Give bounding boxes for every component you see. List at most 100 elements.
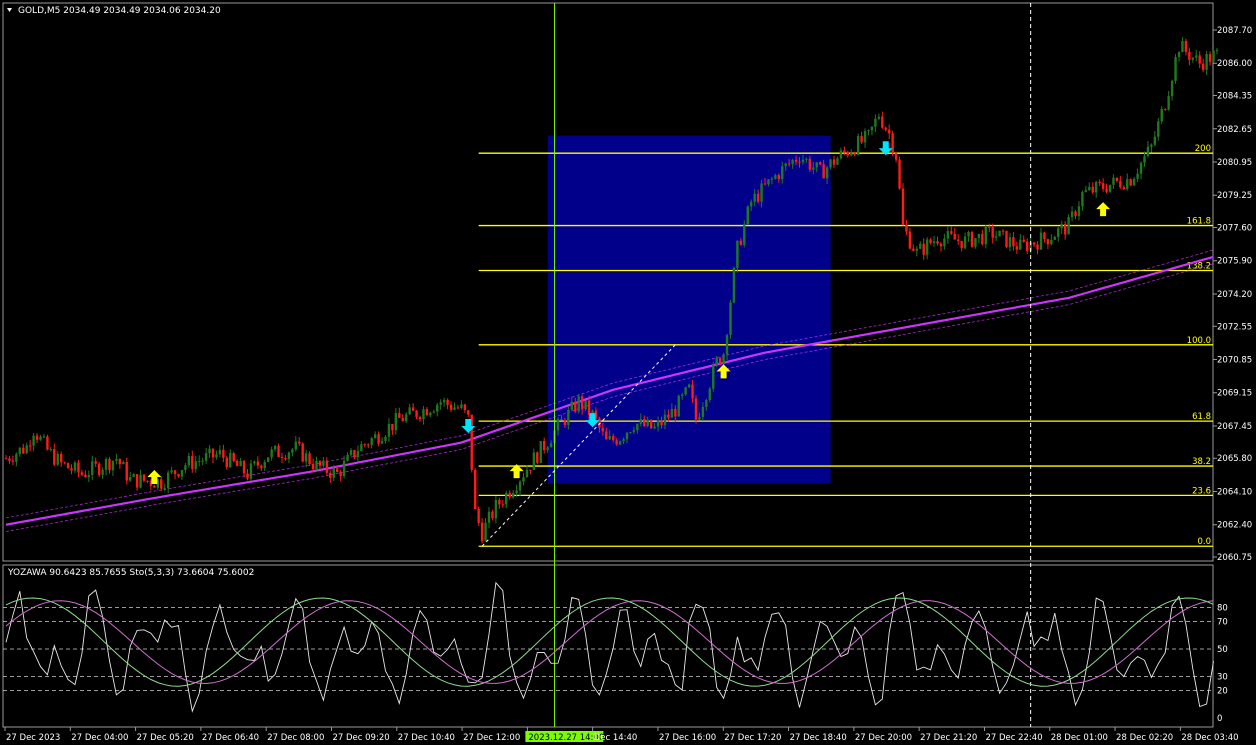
candle-body [805,158,808,160]
candle-body [263,461,266,469]
candle-body [836,158,839,165]
candle-body [867,130,870,132]
candle-body [80,472,84,475]
candle-body [253,461,256,464]
candle-body [367,444,370,446]
fib-level-label: 61.8 [1192,412,1211,422]
candle-body [957,239,960,241]
chart-canvas[interactable]: 200161.8138.2100.061.838.223.60.0 2087.7… [0,0,1256,745]
candle-body [222,449,225,458]
candle-body [774,175,777,179]
candle-body [605,431,608,440]
candle-body [1105,188,1108,192]
candle-body [856,136,860,155]
candle-body [1136,173,1139,179]
time-tick-label: 28 Dec 03:40 [1181,733,1238,743]
candle-body [384,436,387,441]
candle-body [536,452,539,463]
candle-body [1036,244,1039,250]
candle-body [166,472,170,488]
candle-body [694,398,698,420]
candle-body [681,394,684,396]
candle-body [298,441,301,444]
candle-body [453,407,456,410]
candle-body [567,409,570,425]
candle-body [73,462,77,471]
candle-body [732,267,736,303]
candle-body [480,522,484,542]
candle-body [1032,242,1036,245]
candle-body [1174,56,1177,81]
candle-body [743,224,746,245]
candle-body [1046,239,1050,245]
candle-body [387,423,391,437]
candle-body [118,459,122,465]
candle-body [974,238,977,247]
candle-body [363,444,366,446]
candle-body [898,159,901,189]
candle-body [515,490,518,494]
candle-body [1043,232,1046,240]
candle-body [418,417,422,420]
candle-body [339,471,342,476]
candle-body [670,409,674,418]
oscillator-tick-label: 80 [1217,604,1228,614]
time-tick-label: 27 Dec 08:00 [267,733,324,743]
candle-body [674,409,677,417]
candle-body [587,400,591,416]
candle-body [846,152,849,156]
candle-body [936,241,939,244]
candle-body [294,441,297,450]
candle-body [825,167,829,179]
candle-body [1150,144,1153,147]
candle-body [132,474,135,477]
candle-body [843,150,846,153]
candle-body [153,485,156,488]
candle-body [601,427,605,432]
candle-body [180,470,184,477]
candle-body [1074,211,1077,217]
candle-body [832,159,836,165]
candle-body [1063,224,1067,235]
candle-body [332,468,335,478]
time-tick-label: 27 Dec 21:20 [920,733,977,743]
candle-body [570,401,573,410]
candle-body [839,150,843,159]
candle-body [991,227,994,238]
candle-body [49,449,53,451]
candle-body [798,161,801,163]
candle-body [1005,230,1008,248]
candle-body [563,419,567,425]
candle-body [860,136,863,143]
candle-body [708,388,711,401]
price-tick-label: 2084.35 [1217,92,1252,102]
candle-body [929,239,932,244]
candle-body [291,449,294,453]
candle-body [242,460,246,474]
candle-body [60,453,63,463]
candle-body [1112,177,1115,185]
candle-body [1101,183,1105,189]
candle-body [884,127,887,130]
candle-body [325,460,329,473]
oscillator-tick-label: 0 [1217,714,1222,724]
time-tick-label: 27 Dec 2023 [6,733,60,743]
candle-body [170,470,173,473]
candle-body [163,487,166,489]
candle-body [939,243,943,247]
candle-body [1208,54,1212,62]
candle-body [901,188,905,225]
candle-body [349,450,353,455]
candle-body [125,462,128,481]
candle-body [484,522,487,542]
candle-body [539,441,542,463]
candle-body [1212,50,1215,62]
candle-body [829,159,832,168]
candle-body [142,474,146,481]
candle-body [1126,179,1129,190]
candle-body [784,163,787,167]
time-tick-label: 27 Dec 06:40 [202,733,259,743]
candle-body [894,153,898,160]
candle-body [1019,239,1022,250]
candle-body [1081,191,1084,207]
